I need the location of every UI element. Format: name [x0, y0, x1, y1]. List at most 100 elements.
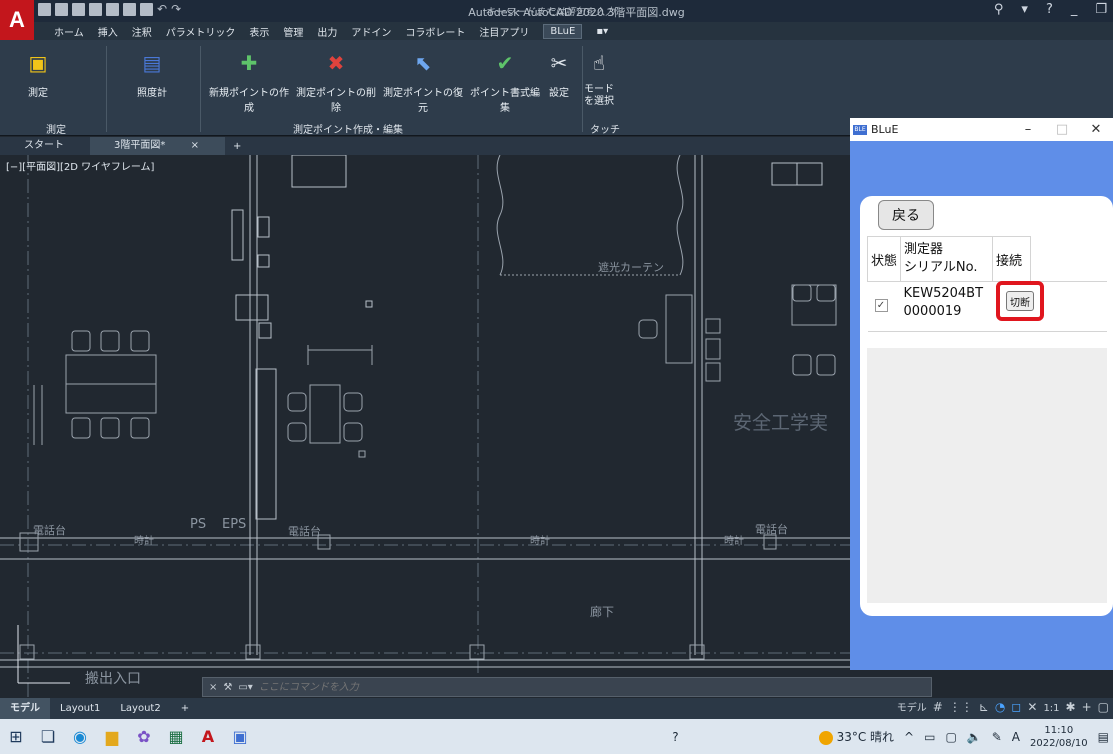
room-label: 安全工学実 [733, 412, 829, 434]
status-checkbox[interactable]: ✓ [874, 299, 888, 312]
layout-tab-layout2[interactable]: Layout2 [110, 698, 170, 719]
annotation-icon[interactable]: ✕ [1027, 700, 1037, 717]
restore-icon[interactable]: ❐ [1095, 2, 1107, 17]
restore-point-icon: ⬉ [414, 51, 432, 75]
phone-label: 電話台 [755, 523, 788, 536]
touch-mode-button[interactable]: ☝ モードを選択 [584, 50, 614, 108]
curtain-label: 遮光カーテン [598, 261, 664, 274]
network-icon[interactable]: ▢ [945, 730, 956, 744]
carry-entrance-label: 搬出入口 [85, 671, 141, 687]
ime-icon[interactable]: A [1012, 730, 1020, 744]
weather-widget[interactable]: 33°C 晴れ [818, 728, 894, 745]
clock-label: 時計 [134, 536, 154, 547]
binoculars-icon[interactable]: ⚲ [994, 2, 1004, 17]
blue-titlebar: BLE BLuE – □ ✕ [850, 118, 1113, 141]
drawing-canvas[interactable]: [−][平面図][2D ワイヤフレーム] 遮光カーテン 安全工学実 廊下 電話台… [0, 155, 850, 700]
tab-manage[interactable]: 管理 [283, 24, 303, 39]
osnap-icon[interactable]: ◻ [1011, 700, 1021, 717]
eps-label: EPS [222, 517, 247, 532]
snap-icon[interactable]: ⋮⋮ [949, 700, 973, 717]
floor-plan-drawing [0, 155, 850, 700]
disconnect-highlight: 切断 [996, 281, 1044, 321]
clock[interactable]: 11:10 2022/08/10 [1030, 724, 1088, 750]
tab-home[interactable]: ホーム [54, 24, 84, 39]
back-button[interactable]: 戻る [878, 200, 934, 230]
clock-label: 時計 [530, 536, 550, 547]
notification-icon[interactable]: ▤ [1098, 730, 1109, 744]
file-explorer-icon[interactable]: ▆ [96, 719, 128, 754]
search-input[interactable]: キーワードまたは語句を入力 [485, 3, 640, 19]
new-point-icon: ✚ [240, 51, 258, 75]
paint-icon[interactable]: ✿ [128, 719, 160, 754]
delete-point-button[interactable]: ✖ 測定ポイントの削除 [292, 50, 380, 114]
layout-tab-layout1[interactable]: Layout1 [50, 698, 110, 719]
tab-insert[interactable]: 挿入 [98, 24, 118, 39]
battery-icon[interactable]: ▭ [924, 730, 935, 744]
polar-icon[interactable]: ◔ [995, 700, 1005, 717]
close-icon[interactable]: ✕ [1079, 118, 1113, 141]
settings-button[interactable]: ✂ 設定 [544, 50, 574, 99]
phone-label: 電話台 [288, 525, 321, 538]
tab-blue[interactable]: BLuE [543, 23, 583, 39]
device-table: 状態 測定器 シリアルNo. 接続 ✓ KEW5204BT 0000019 [867, 236, 1107, 332]
tab-parametric[interactable]: パラメトリック [166, 24, 236, 39]
maximize-icon[interactable]: □ [1045, 118, 1079, 141]
status-tools: モデル # ⋮⋮ ⊾ ◔ ◻ ✕ 1:1 ✱ + ▢ [897, 700, 1109, 717]
help-icon[interactable]: ? [1046, 2, 1053, 17]
title-controls: ⚲ ▾ ? _ ❐ [994, 2, 1107, 17]
point-format-icon: ✔ [496, 51, 514, 75]
layout-tab-model[interactable]: モデル [0, 698, 50, 719]
measure-button[interactable]: ▣ 測定 [18, 50, 58, 99]
point-format-button[interactable]: ✔ ポイント書式編集 [466, 50, 544, 114]
blue-logo-icon: BLE [853, 124, 867, 135]
tab-addins[interactable]: アドイン [351, 24, 391, 39]
edge-icon[interactable]: ◉ [64, 719, 96, 754]
model-space-label[interactable]: モデル [897, 700, 927, 717]
cart-icon[interactable]: ▾ [1021, 2, 1028, 17]
command-input[interactable] [258, 681, 899, 693]
command-wrench-icon[interactable]: ⚒ [223, 682, 232, 693]
new-tab-icon[interactable]: + [233, 141, 241, 152]
device-panel: 戻る 状態 測定器 シリアルNo. 接続 ✓ KEW5204BT 0000019… [860, 196, 1113, 616]
fullscreen-icon[interactable]: ▢ [1098, 700, 1109, 717]
disconnect-button[interactable]: 切断 [1006, 291, 1034, 311]
lux-meter-button[interactable]: ▤ 照度計 [128, 50, 176, 99]
ortho-icon[interactable]: ⊾ [979, 700, 989, 717]
minimize-icon[interactable]: – [1011, 118, 1045, 141]
restore-point-button[interactable]: ⬉ 測定ポイントの復元 [380, 50, 466, 114]
blue-taskbar-icon[interactable]: ▣ [224, 719, 256, 754]
close-tab-icon[interactable]: × [191, 140, 199, 151]
pen-icon[interactable]: ✎ [992, 730, 1002, 744]
corridor-label: 廊下 [590, 605, 615, 619]
grid-icon[interactable]: # [933, 700, 943, 717]
excel-icon[interactable]: ▦ [160, 719, 192, 754]
file-tab-floorplan[interactable]: 3階平面図* × [90, 137, 225, 155]
command-line[interactable]: × ⚒ ▭▾ [202, 677, 932, 697]
tab-featured-apps[interactable]: 注目アプリ [479, 24, 529, 39]
gear-icon[interactable]: ✱ [1066, 700, 1076, 717]
command-history-icon[interactable]: ▭▾ [238, 682, 252, 693]
close-command-icon[interactable]: × [209, 682, 217, 693]
title-bar: A ↶ ↷ Autodesk AutoCAD 2020 3階平面図.dwg キー… [0, 0, 1113, 40]
autocad-taskbar-icon[interactable]: A [192, 719, 224, 754]
tab-output[interactable]: 出力 [317, 24, 337, 39]
volume-icon[interactable]: 🔈 [967, 730, 982, 744]
viewport-label[interactable]: [−][平面図][2D ワイヤフレーム] [6, 158, 154, 173]
chevron-up-icon[interactable]: ^ [904, 730, 914, 744]
system-tray: ? 33°C 晴れ ^ ▭ ▢ 🔈 ✎ A 11:10 2022/08/10 ▤ [672, 719, 1109, 754]
tab-collaborate[interactable]: コラボレート [405, 24, 465, 39]
task-view-icon[interactable]: ❏ [32, 719, 64, 754]
table-row: ✓ KEW5204BT 0000019 [867, 281, 1107, 332]
tab-annotate[interactable]: 注釈 [132, 24, 152, 39]
scale-label[interactable]: 1:1 [1043, 700, 1059, 717]
minimize-icon[interactable]: _ [1071, 2, 1078, 17]
tab-view[interactable]: 表示 [249, 24, 269, 39]
help-tray-icon[interactable]: ? [672, 730, 678, 744]
panel-label-touch: タッチ [590, 125, 620, 136]
add-layout-icon[interactable]: + [171, 698, 199, 719]
file-tab-start[interactable]: スタート [0, 137, 90, 155]
ribbon-options-icon[interactable]: ▪▾ [596, 26, 608, 37]
new-point-button[interactable]: ✚ 新規ポイントの作成 [206, 50, 292, 114]
windows-start-icon[interactable]: ⊞ [0, 719, 32, 754]
plus-icon[interactable]: + [1082, 700, 1092, 717]
